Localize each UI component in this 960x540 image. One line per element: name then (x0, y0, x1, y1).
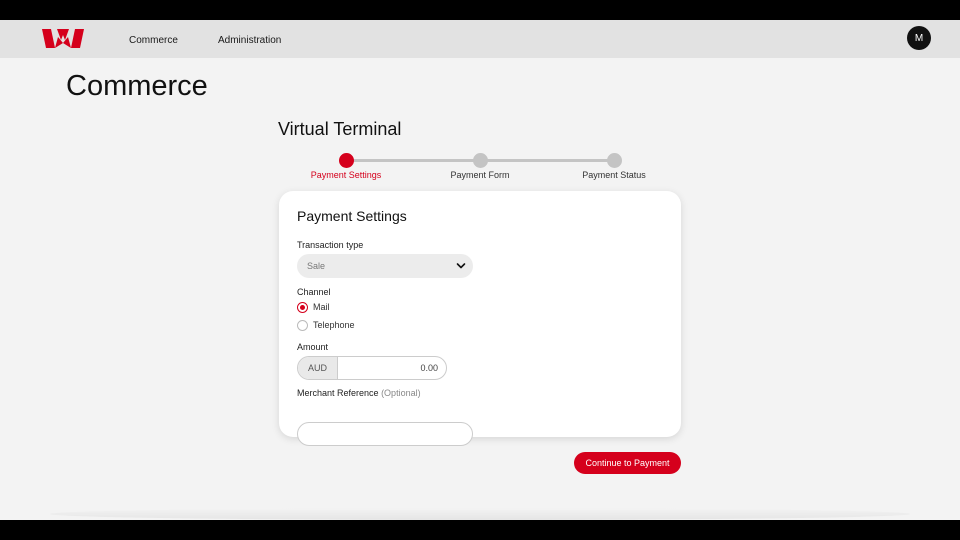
amount-label: Amount (297, 342, 329, 352)
section-title: Virtual Terminal (278, 119, 402, 139)
continue-to-payment-button[interactable]: Continue to Payment (574, 452, 681, 474)
step-indicator-payment-form (473, 153, 488, 168)
user-avatar[interactable]: M (907, 26, 931, 50)
footer-shadow (50, 508, 910, 520)
stepper-connector (346, 159, 480, 162)
radio-button-telephone[interactable] (297, 320, 308, 331)
radio-button-mail[interactable] (297, 302, 308, 313)
transaction-type-value: Sale (307, 261, 326, 271)
merchant-reference-input[interactable] (297, 422, 473, 446)
westpac-logo-icon[interactable] (42, 29, 84, 48)
optional-hint: (Optional) (381, 388, 421, 398)
amount-input[interactable] (338, 357, 446, 379)
card-title: Payment Settings (297, 208, 407, 224)
step-indicator-payment-status (607, 153, 622, 168)
nav-link-commerce[interactable]: Commerce (129, 35, 178, 46)
step-label-payment-status[interactable]: Payment Status (544, 170, 684, 180)
page-title: Commerce (66, 70, 208, 102)
payment-settings-card: Payment Settings Transaction type Sale C… (279, 191, 681, 446)
chevron-down-icon (456, 263, 466, 269)
top-navbar: Commerce Administration M (0, 20, 960, 58)
step-label-payment-form[interactable]: Payment Form (410, 170, 550, 180)
transaction-type-label: Transaction type (297, 240, 364, 250)
amount-field: AUD (297, 356, 447, 380)
stepper-connector (480, 159, 614, 162)
step-label-payment-settings[interactable]: Payment Settings (276, 170, 416, 180)
radio-label-telephone: Telephone (313, 320, 355, 330)
radio-label-mail: Mail (313, 302, 330, 312)
channel-label: Channel (297, 287, 331, 297)
merchant-reference-label: Merchant Reference (Optional) (297, 388, 421, 398)
step-indicator-payment-settings (339, 153, 354, 168)
merchant-reference-label-text: Merchant Reference (297, 388, 379, 398)
nav-link-administration[interactable]: Administration (218, 35, 281, 46)
app-screen: Commerce Administration M Commerce Virtu… (0, 20, 960, 520)
currency-prefix: AUD (298, 357, 338, 379)
transaction-type-select[interactable]: Sale (297, 254, 473, 278)
